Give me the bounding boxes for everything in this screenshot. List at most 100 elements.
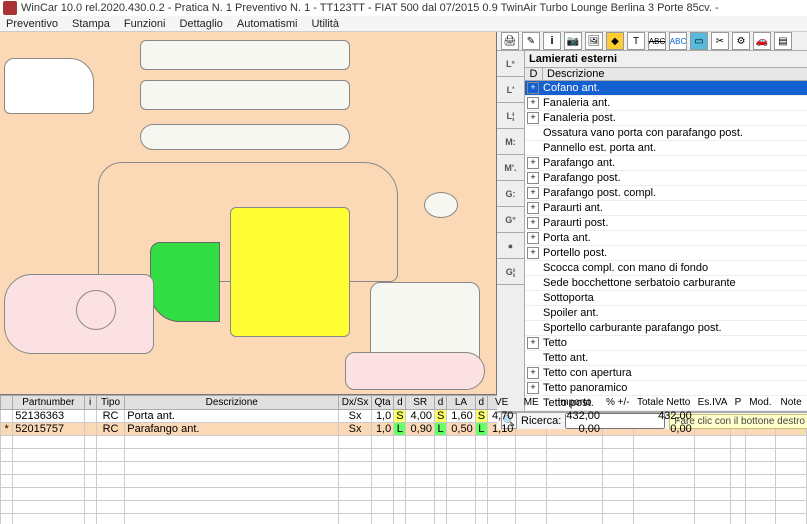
menu-utilita[interactable]: Utilità [311,18,339,30]
expand-icon[interactable]: + [527,112,539,124]
grid-cell[interactable] [84,423,96,436]
grid-cell[interactable] [434,501,446,514]
tree-item[interactable]: +Parafango post. [525,171,807,186]
grid-cell[interactable] [13,488,84,501]
grid-cell[interactable] [96,475,125,488]
grid-cell[interactable] [394,475,406,488]
grid-cell[interactable] [475,514,487,524]
expand-icon[interactable]: + [527,217,539,229]
grid-cell[interactable] [406,514,435,524]
grid-header[interactable]: i [84,396,96,410]
scissors-icon[interactable]: ✂ [711,32,729,50]
abc-blue-icon[interactable]: ABC [669,32,687,50]
grid-cell[interactable] [339,462,372,475]
expand-icon[interactable]: + [527,382,539,394]
grid-cell[interactable] [371,462,393,475]
grid-cell[interactable] [125,488,339,501]
grid-cell[interactable] [406,462,435,475]
grid-cell[interactable]: 1,0 [371,410,393,423]
grid-cell[interactable] [547,501,603,514]
grid-cell[interactable] [447,449,476,462]
grid-cell[interactable] [487,462,516,475]
tree-item[interactable]: +Tetto panoramico [525,381,807,396]
grid-cell[interactable] [371,449,393,462]
grid-cell[interactable] [339,449,372,462]
grid-cell[interactable] [96,462,125,475]
grid-cell[interactable] [731,462,745,475]
grid-cell[interactable] [633,501,694,514]
grid-cell[interactable] [516,449,547,462]
expand-icon[interactable]: + [527,337,539,349]
grid-cell[interactable] [603,488,634,501]
grid-cell[interactable] [487,475,516,488]
grid-cell[interactable]: Porta ant. [125,410,339,423]
grid-cell[interactable] [125,501,339,514]
grid-cell[interactable] [633,475,694,488]
grid-header[interactable]: Es.IVA [694,396,731,410]
grid-cell[interactable] [487,436,516,449]
grid-cell[interactable] [96,436,125,449]
expand-icon[interactable]: + [527,187,539,199]
grid-header[interactable]: Tipo [96,396,125,410]
sidetab-1[interactable]: L' [497,77,524,103]
expand-icon[interactable]: + [527,82,539,94]
menu-funzioni[interactable]: Funzioni [124,18,166,30]
grid-cell[interactable] [487,501,516,514]
grid-cell[interactable] [1,436,13,449]
part-roof-3[interactable] [140,124,350,150]
grid-cell[interactable] [745,514,776,524]
grid-cell[interactable] [1,488,13,501]
abc-strike-icon[interactable]: ABC [648,32,666,50]
grid-cell[interactable] [731,449,745,462]
grid-cell[interactable] [694,462,731,475]
grid-cell[interactable] [84,514,96,524]
grid-cell[interactable] [1,462,13,475]
grid-header[interactable]: d [475,396,487,410]
gear-icon[interactable]: ⚙ [732,32,750,50]
grid-cell[interactable] [487,449,516,462]
grid-cell[interactable]: L [394,423,406,436]
bold-icon[interactable]: i [543,32,561,50]
tree-item[interactable]: +Fanaleria post. [525,111,807,126]
grid-cell[interactable] [731,514,745,524]
tree-item[interactable]: Spoiler ant. [525,306,807,321]
grid-cell[interactable] [125,462,339,475]
car-red-icon[interactable]: 🚗 [753,32,771,50]
grid-cell[interactable] [434,514,446,524]
part-roof-2[interactable] [140,80,350,110]
tree-item[interactable]: Pannello est. porta ant. [525,141,807,156]
grid-cell[interactable]: S [434,410,446,423]
grid-cell[interactable] [694,475,731,488]
pencil-icon[interactable]: ✎ [522,32,540,50]
grid-cell[interactable] [745,436,776,449]
grid-cell[interactable] [96,488,125,501]
grid-cell[interactable] [745,488,776,501]
tree-item[interactable]: +Portello post. [525,246,807,261]
grid-cell[interactable] [96,501,125,514]
grid-cell[interactable] [776,436,807,449]
grid-cell[interactable] [406,501,435,514]
grid-header[interactable]: Mod. [745,396,776,410]
grid-cell[interactable] [547,449,603,462]
grid-cell[interactable] [447,475,476,488]
grid-cell[interactable] [603,514,634,524]
part-fender-front-green[interactable] [150,242,220,322]
grid-cell[interactable] [434,462,446,475]
photo-icon[interactable]: 🖼 [585,32,603,50]
exploded-view-canvas[interactable] [0,32,496,394]
tree-item[interactable]: +Fanaleria ant. [525,96,807,111]
grid-cell[interactable] [475,436,487,449]
grid-cell[interactable] [603,475,634,488]
grid-cell[interactable] [603,501,634,514]
tree-item[interactable]: +Tetto con apertura [525,366,807,381]
grid-cell[interactable] [13,449,84,462]
grid-cell[interactable] [125,449,339,462]
tree-item[interactable]: Scocca compl. con mano di fondo [525,261,807,276]
grid-cell[interactable] [603,462,634,475]
grid-cell[interactable] [731,436,745,449]
grid-cell[interactable] [434,436,446,449]
grid-cell[interactable] [487,514,516,524]
grid-cell[interactable] [371,488,393,501]
sheet-icon[interactable]: ▤ [774,32,792,50]
grid-cell[interactable] [694,514,731,524]
